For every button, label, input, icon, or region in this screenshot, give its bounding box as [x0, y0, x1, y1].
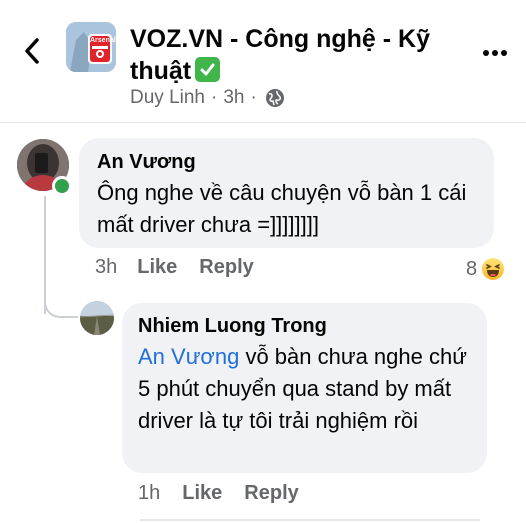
header-divider: [0, 122, 526, 123]
group-avatar[interactable]: Arsenal: [66, 22, 116, 72]
globe-icon: [265, 89, 284, 107]
meta-separator: ·: [211, 87, 218, 108]
more-options-button[interactable]: [482, 44, 508, 56]
post-time[interactable]: 3h: [223, 86, 244, 110]
more-dots-icon: [483, 50, 507, 56]
thread-connector: [44, 296, 78, 318]
haha-emoji-icon: [482, 258, 505, 280]
reply-author[interactable]: Nhiem Luong Trong: [138, 315, 327, 338]
group-name[interactable]: VOZ.VN - Công nghệ - Kỹ thuật: [130, 25, 430, 85]
post-meta: Duy Linh · 3h ·: [130, 86, 285, 110]
group-title[interactable]: VOZ.VN - Công nghệ - Kỹ thuật: [130, 23, 460, 87]
reply-button[interactable]: Reply: [199, 256, 253, 279]
avatar[interactable]: [80, 301, 114, 335]
group-avatar-image: [66, 22, 116, 72]
avatar-photo: [80, 301, 114, 335]
mention-link[interactable]: An Vương: [138, 344, 239, 369]
comment-actions: 3h Like Reply: [95, 256, 254, 279]
like-button[interactable]: Like: [137, 256, 177, 279]
meta-separator-2: ·: [250, 87, 257, 108]
reply-actions: 1h Like Reply: [138, 482, 299, 505]
poster-name[interactable]: Duy Linh: [130, 86, 205, 110]
next-comment-edge: [140, 519, 480, 521]
reply-time[interactable]: 1h: [138, 482, 160, 505]
comment-author[interactable]: An Vương: [97, 151, 196, 174]
chevron-left-icon: [25, 38, 39, 64]
reaction-summary[interactable]: 8: [466, 257, 505, 281]
online-status-indicator: [52, 176, 72, 196]
reply-button[interactable]: Reply: [244, 482, 298, 505]
comment-text: Ông nghe về câu chuyện vỗ bàn 1 cái mất …: [97, 180, 467, 237]
reaction-count: 8: [466, 257, 478, 280]
like-button[interactable]: Like: [182, 482, 222, 505]
comment-time[interactable]: 3h: [95, 256, 117, 279]
avatar-badge-text: Arsenal: [90, 37, 116, 44]
check-mark-button-icon: [195, 57, 221, 82]
back-button[interactable]: [20, 36, 46, 66]
reply-text: An Vương vỗ bàn chưa nghe chứ 5 phút chu…: [138, 341, 478, 437]
